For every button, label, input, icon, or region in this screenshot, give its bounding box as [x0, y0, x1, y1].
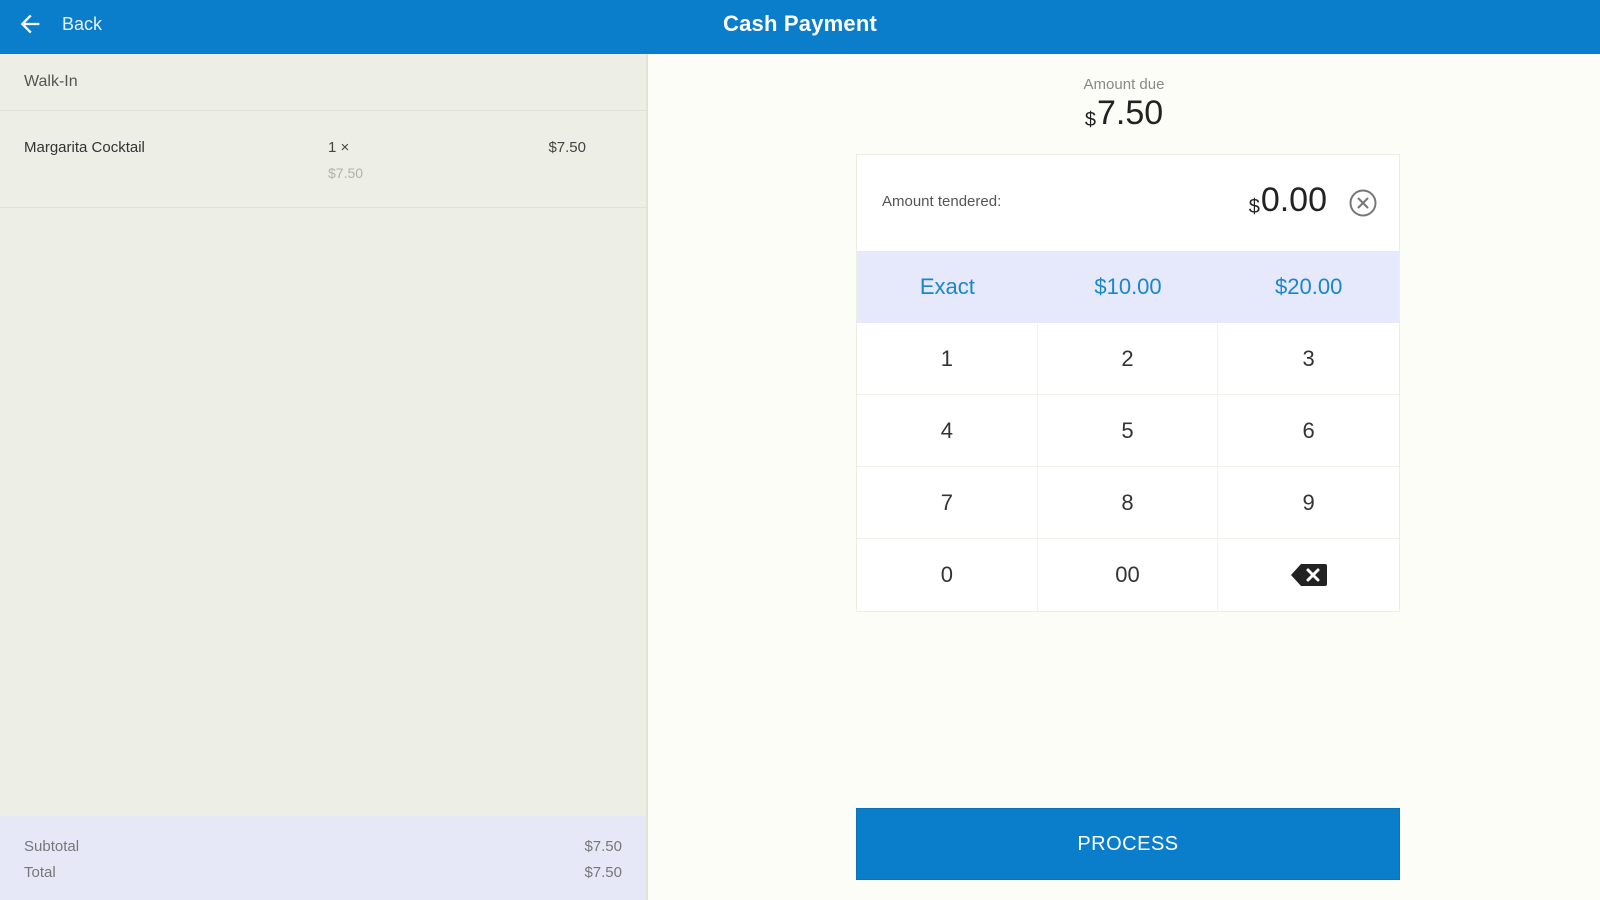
total-label: Total [24, 864, 56, 881]
amount-tendered-label: Amount tendered: [882, 193, 1002, 210]
list-item[interactable]: Margarita Cocktail 1 × $7.50 $7.50 [0, 111, 646, 208]
item-name: Margarita Cocktail [24, 139, 145, 156]
item-quantity: 1 × [328, 139, 350, 156]
key-9[interactable]: 9 [1218, 467, 1399, 539]
key-3[interactable]: 3 [1218, 323, 1399, 395]
payment-panel: Amount due $7.50 Amount tendered: $0.00 … [648, 54, 1600, 900]
key-5[interactable]: 5 [1037, 395, 1219, 467]
amount-tendered-currency: $ [1248, 196, 1260, 218]
key-00[interactable]: 00 [1038, 539, 1219, 611]
amount-due-currency: $ [1084, 109, 1096, 131]
subtotal-value: $7.50 [584, 838, 622, 855]
quick-amount-exact[interactable]: Exact [857, 251, 1038, 323]
totals-section: Subtotal $7.50 Total $7.50 [0, 816, 646, 900]
key-1[interactable]: 1 [857, 323, 1038, 395]
amount-due-number: 7.50 [1096, 94, 1164, 132]
key-6[interactable]: 6 [1218, 395, 1399, 467]
order-panel: Walk-In Margarita Cocktail 1 × $7.50 $7.… [0, 54, 648, 900]
item-unit-price: $7.50 [328, 165, 364, 181]
process-button[interactable]: PROCESS [856, 808, 1400, 880]
item-price: $7.50 [548, 139, 586, 156]
top-bar: Back Cash Payment [0, 0, 1600, 54]
key-7[interactable]: 7 [857, 467, 1038, 539]
subtotal-row: Subtotal $7.50 [24, 838, 622, 855]
total-row: Total $7.50 [24, 864, 622, 881]
quick-amount-20[interactable]: $20.00 [1218, 251, 1399, 323]
amount-due-value: $7.50 [648, 94, 1600, 133]
amount-due-label: Amount due [1083, 76, 1165, 93]
quick-amounts-row: Exact $10.00 $20.00 [857, 251, 1399, 323]
number-keys: 1 2 3 4 5 6 7 8 9 0 00 [857, 323, 1399, 611]
key-0[interactable]: 0 [857, 539, 1038, 611]
key-2[interactable]: 2 [1037, 323, 1219, 395]
total-value: $7.50 [584, 864, 622, 881]
subtotal-label: Subtotal [24, 838, 80, 855]
backspace-icon [1289, 561, 1329, 589]
backspace-key[interactable] [1218, 539, 1399, 611]
key-4[interactable]: 4 [857, 395, 1038, 467]
clear-circle-icon[interactable] [1347, 187, 1379, 219]
amount-tendered-value: $0.00 [1249, 181, 1327, 220]
page-title: Cash Payment [722, 11, 877, 36]
amount-tendered-row: Amount tendered: $0.00 [857, 155, 1399, 252]
amount-tendered-number: 0.00 [1260, 181, 1327, 219]
key-8[interactable]: 8 [1037, 467, 1219, 539]
customer-name: Walk-In [0, 54, 646, 111]
quick-amount-10[interactable]: $10.00 [1038, 251, 1219, 323]
cash-keypad: Amount tendered: $0.00 Exact $10.00 $20.… [856, 154, 1400, 612]
